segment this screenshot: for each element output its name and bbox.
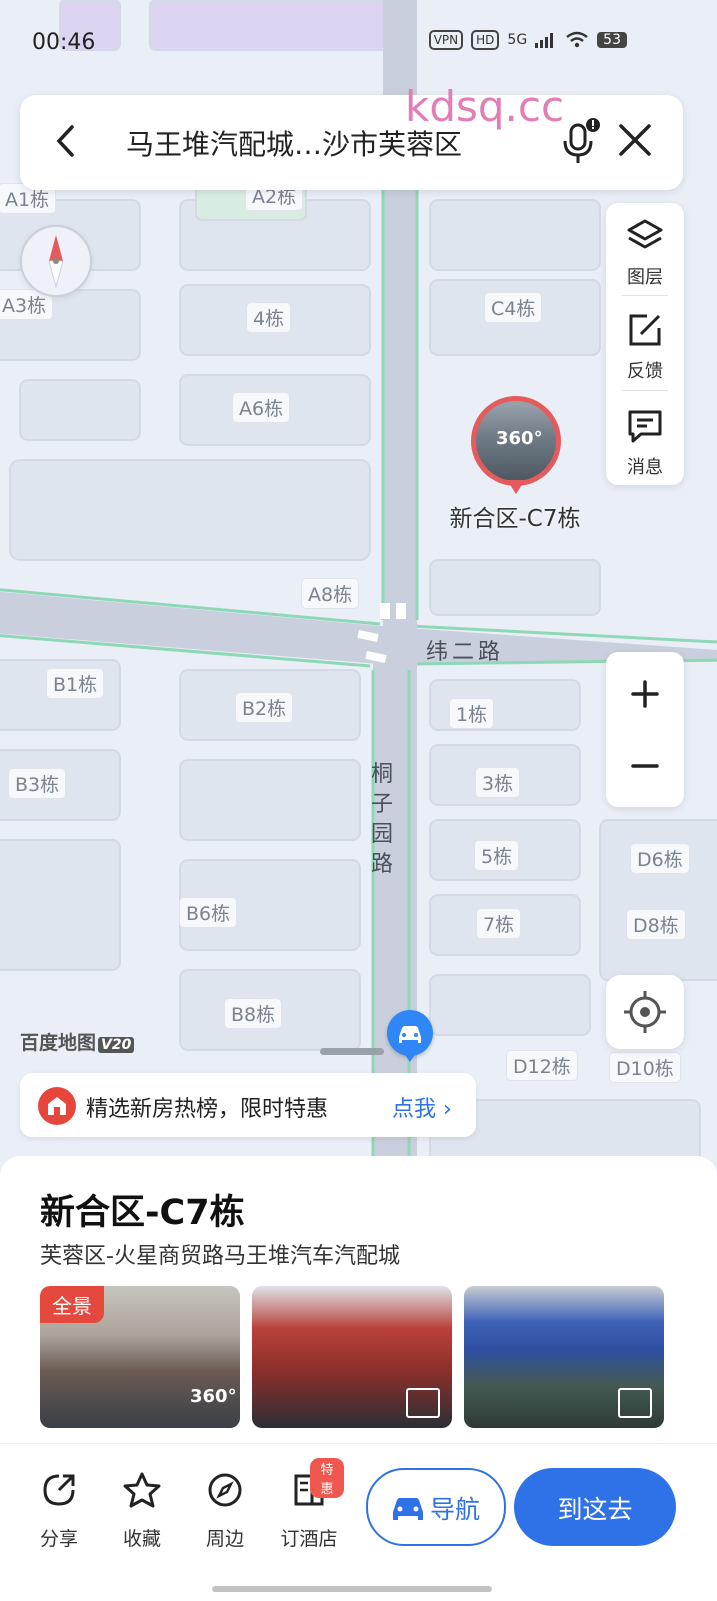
star-icon [123,1472,161,1508]
hotel-button[interactable]: 特惠 订酒店 [274,1458,344,1551]
zoom-in-button[interactable] [606,664,684,724]
promo-text: 精选新房热榜，限时特惠 [86,1097,329,1122]
layers-icon [627,219,663,249]
map-label-1[interactable]: 1栋 [449,698,495,729]
network-type: 5G [507,32,528,48]
signal-icon [535,33,554,48]
watermark: kdsq.cc [405,82,565,131]
search-bar[interactable]: 马王堆汽配城…沙市芙蓉区 [20,95,683,190]
favorite-label: 收藏 [122,1528,161,1550]
chevron-left-icon [56,125,74,157]
home-indicator[interactable] [212,1586,492,1592]
map-label-d10[interactable]: D10栋 [609,1052,681,1083]
panorama-photo[interactable]: 全景 360° [40,1286,240,1428]
message-icon [628,410,662,443]
minus-icon [631,764,659,768]
promo-banner[interactable]: 精选新房热榜，限时特惠 点我 › [20,1073,476,1137]
go-here-label: 到这去 [557,1495,633,1524]
panorama-360-icon: 360° [190,1386,237,1407]
map-label-c4[interactable]: C4栋 [484,292,543,323]
brand-version: V20 [98,1037,135,1053]
car-location-pin[interactable] [387,1010,433,1062]
feedback-label: 反馈 [627,361,663,382]
sheet-drag-handle[interactable] [320,1048,384,1055]
panorama-360-label: 360° [496,428,543,449]
divider [622,390,668,391]
map-label-3[interactable]: 3栋 [475,767,521,798]
status-bar: 00:46 VPN HD 5G 53 [0,0,717,80]
share-button[interactable]: 分享 [24,1470,94,1551]
navigate-label: 导航 [430,1495,481,1524]
car-icon [399,1026,421,1043]
road-label-weier: 纬二路 [426,640,505,665]
edit-icon [629,314,661,346]
battery-indicator: 53 [597,32,627,48]
car-icon [393,1498,423,1520]
compass-button[interactable] [20,225,92,297]
share-icon [43,1474,75,1506]
vpn-badge: VPN [428,30,464,50]
place-title: 新合区-C7栋 [40,1193,245,1233]
divider [622,295,668,296]
map-label-7[interactable]: 7栋 [476,908,522,939]
map-label-b1[interactable]: B1栋 [46,668,105,699]
house-icon [38,1087,76,1125]
map-tools-panel: 图层 反馈 消息 [606,203,684,485]
marker-pin-tip [507,480,525,494]
status-icons: VPN HD 5G 53 [428,30,627,50]
back-button[interactable] [50,123,86,159]
panorama-thumbnail: 360° [476,401,556,481]
hotel-special-badge: 特惠 [310,1458,344,1498]
store-photo-2[interactable] [464,1286,664,1428]
place-address: 芙蓉区-火星商贸路马王堆汽车汽配城 [40,1244,400,1269]
map-label-d12[interactable]: D12栋 [506,1050,578,1081]
locate-icon [624,991,666,1033]
marker-title[interactable]: 新合区-C7栋 [440,504,590,534]
map-label-b8[interactable]: B8栋 [224,998,283,1029]
share-label: 分享 [39,1528,78,1550]
map-label-5[interactable]: 5栋 [474,840,520,871]
map-label-b2[interactable]: B2栋 [235,692,294,723]
map-label-d6[interactable]: D6栋 [630,843,690,874]
store-photo-1[interactable] [252,1286,452,1428]
layers-label: 图层 [627,267,663,288]
plus-icon [631,680,659,708]
messages-label: 消息 [627,457,663,478]
compass-icon [48,235,64,289]
brand-name: 百度地图 [20,1032,97,1054]
map-label-d8[interactable]: D8栋 [626,909,686,940]
map-label-b6[interactable]: B6栋 [179,897,238,928]
baidu-map-brand: 百度地图 V20 [20,1028,135,1055]
messages-button[interactable]: 消息 [606,407,684,479]
panorama-badge: 全景 [40,1286,104,1323]
locate-me-button[interactable] [606,975,684,1049]
map-label-4[interactable]: 4栋 [246,302,292,333]
close-icon [619,124,651,156]
hotel-label: 订酒店 [280,1528,338,1550]
panorama-marker[interactable]: 360° [471,396,561,494]
promo-cta[interactable]: 点我 › [392,1091,452,1123]
compass-nearby-icon [208,1473,242,1507]
map-label-a6[interactable]: A6栋 [232,392,291,423]
zoom-out-button[interactable] [606,736,684,796]
hd-badge: HD [471,30,500,50]
favorite-button[interactable]: 收藏 [107,1470,177,1551]
map-label-b3[interactable]: B3栋 [8,768,67,799]
gallery-icon [618,1388,652,1418]
wifi-icon [566,31,588,48]
feedback-button[interactable]: 反馈 [606,311,684,383]
status-time: 00:46 [32,30,96,55]
zoom-controls [606,652,684,807]
map-label-a8[interactable]: A8栋 [301,578,360,609]
nearby-label: 周边 [205,1528,244,1550]
nearby-button[interactable]: 周边 [190,1470,260,1551]
close-button[interactable] [615,120,655,160]
layers-button[interactable]: 图层 [606,217,684,289]
bottom-action-bar: 分享 收藏 周边 特惠 订酒店 导航 到这去 [0,1443,717,1601]
gallery-icon [406,1388,440,1418]
go-here-button[interactable]: 到这去 [514,1468,676,1546]
navigate-button[interactable]: 导航 [366,1468,506,1546]
road-label-tongziyuan: 桐子园路 [370,762,393,877]
